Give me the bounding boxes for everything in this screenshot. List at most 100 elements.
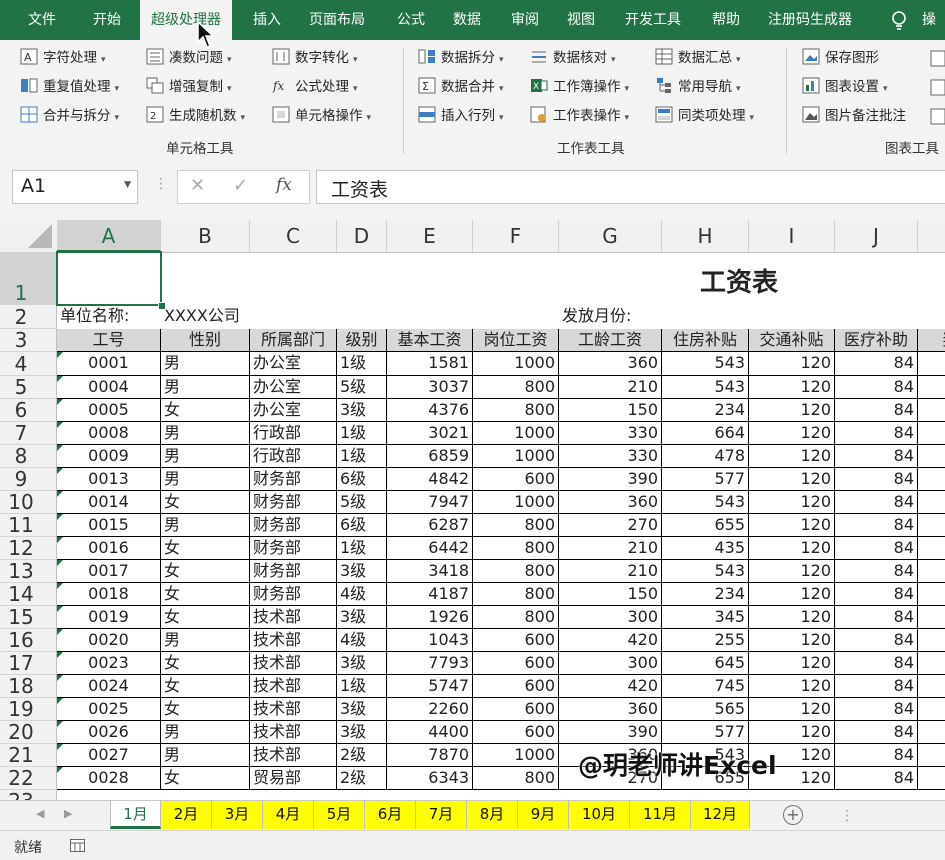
char-process-button[interactable]: A 字符处理 ▾ bbox=[20, 46, 106, 70]
column-header-c[interactable]: C bbox=[250, 220, 337, 252]
add-sheet-icon[interactable]: + bbox=[783, 805, 803, 825]
table-cell[interactable]: 120 bbox=[749, 514, 835, 537]
table-cell[interactable]: 财务部 bbox=[250, 514, 337, 537]
table-cell[interactable]: 办公室 bbox=[250, 376, 337, 399]
table-cell[interactable]: 4级 bbox=[337, 629, 387, 652]
tab-formulas[interactable]: 公式 bbox=[397, 0, 425, 40]
table-cell[interactable]: 男 bbox=[161, 514, 250, 537]
table-cell[interactable]: 0027 bbox=[57, 744, 161, 767]
row-header[interactable]: 20 bbox=[0, 721, 56, 744]
sheet-tab-4[interactable]: 4月 bbox=[263, 801, 314, 829]
table-cell[interactable]: 84 bbox=[835, 491, 918, 514]
table-cell[interactable]: 600 bbox=[473, 629, 559, 652]
table-cell[interactable]: 男 bbox=[161, 445, 250, 468]
row-header[interactable]: 5 bbox=[0, 376, 56, 399]
table-cell[interactable]: 5级 bbox=[337, 491, 387, 514]
sheet-tab-3[interactable]: 3月 bbox=[212, 801, 263, 829]
sheet-tab-12[interactable]: 12月 bbox=[691, 801, 750, 829]
number-convert-button[interactable]: 数字转化 ▾ bbox=[272, 46, 358, 70]
table-cell[interactable]: 10 bbox=[918, 629, 945, 652]
table-cell[interactable]: 1926 bbox=[387, 606, 473, 629]
row-header[interactable]: 9 bbox=[0, 468, 56, 491]
insert-rowcol-button[interactable]: 插入行列 ▾ bbox=[418, 104, 504, 128]
random-number-button[interactable]: 2 生成随机数 ▾ bbox=[146, 104, 245, 128]
table-cell[interactable]: 300 bbox=[559, 606, 662, 629]
table-cell[interactable]: 600 bbox=[473, 698, 559, 721]
table-cell[interactable]: 0008 bbox=[57, 422, 161, 445]
table-cell[interactable]: 1级 bbox=[337, 675, 387, 698]
table-cell[interactable]: 办公室 bbox=[250, 352, 337, 376]
table-cell[interactable]: 女 bbox=[161, 606, 250, 629]
image-note-button[interactable]: 图片备注批注 bbox=[802, 104, 906, 128]
table-cell[interactable]: 390 bbox=[559, 721, 662, 744]
table-cell[interactable]: 6343 bbox=[387, 767, 473, 790]
save-graphic-button[interactable]: 保存图形 bbox=[802, 46, 879, 70]
table-cell[interactable]: 120 bbox=[749, 491, 835, 514]
table-cell[interactable]: 7793 bbox=[387, 652, 473, 675]
table-cell[interactable]: 技术部 bbox=[250, 652, 337, 675]
table-cell[interactable]: 330 bbox=[559, 445, 662, 468]
table-cell[interactable]: 150 bbox=[559, 583, 662, 606]
row-header[interactable]: 22 bbox=[0, 767, 56, 790]
table-cell[interactable]: 0018 bbox=[57, 583, 161, 606]
column-header-k[interactable]: K bbox=[918, 220, 945, 252]
row-header[interactable]: 7 bbox=[0, 422, 56, 445]
table-cell[interactable]: 0005 bbox=[57, 399, 161, 422]
table-cell[interactable]: 4842 bbox=[387, 468, 473, 491]
name-box[interactable]: A1 ▼ bbox=[12, 170, 138, 204]
table-cell[interactable]: 84 bbox=[835, 583, 918, 606]
table-cell[interactable]: 234 bbox=[662, 399, 749, 422]
data-summary-button[interactable]: 数据汇总 ▾ bbox=[655, 46, 741, 70]
table-cell[interactable]: 男 bbox=[161, 468, 250, 491]
sheet-tab-11[interactable]: 11月 bbox=[630, 801, 691, 829]
table-cell[interactable]: 女 bbox=[161, 698, 250, 721]
lightbulb-icon[interactable] bbox=[888, 10, 910, 32]
table-cell[interactable]: 14 bbox=[918, 721, 945, 744]
table-cell[interactable]: 84 bbox=[835, 606, 918, 629]
chart-settings-button[interactable]: 图表设置 ▾ bbox=[802, 75, 888, 99]
table-cell[interactable]: 男 bbox=[161, 352, 250, 376]
table-cell[interactable]: 0013 bbox=[57, 468, 161, 491]
table-cell[interactable]: 技术部 bbox=[250, 675, 337, 698]
table-cell[interactable]: 2级 bbox=[337, 767, 387, 790]
table-cell[interactable]: 财务部 bbox=[250, 537, 337, 560]
prev-sheet-icon[interactable]: ◀ bbox=[36, 807, 44, 820]
table-cell[interactable]: 9 bbox=[918, 376, 945, 399]
table-cell[interactable]: 84 bbox=[835, 352, 918, 376]
table-cell[interactable]: 543 bbox=[662, 491, 749, 514]
table-cell[interactable]: 技术部 bbox=[250, 606, 337, 629]
table-cell[interactable]: 120 bbox=[749, 352, 835, 376]
common-nav-button[interactable]: 常用导航 ▾ bbox=[655, 75, 741, 99]
column-header-e[interactable]: E bbox=[387, 220, 473, 252]
sheet-tab-2[interactable]: 2月 bbox=[161, 801, 212, 829]
table-cell[interactable]: 14 bbox=[918, 675, 945, 698]
row-header[interactable]: 12 bbox=[0, 537, 56, 560]
table-cell[interactable]: 0016 bbox=[57, 537, 161, 560]
tab-home[interactable]: 开始 bbox=[93, 0, 121, 40]
tab-data[interactable]: 数据 bbox=[453, 0, 481, 40]
table-cell[interactable]: 84 bbox=[835, 376, 918, 399]
table-cell[interactable]: 120 bbox=[749, 583, 835, 606]
table-cell[interactable]: 0020 bbox=[57, 629, 161, 652]
row-header[interactable]: 23 bbox=[0, 790, 56, 800]
table-cell[interactable]: 0009 bbox=[57, 445, 161, 468]
table-cell[interactable]: 84 bbox=[835, 698, 918, 721]
column-header-j[interactable]: J bbox=[835, 220, 918, 252]
enhanced-copy-button[interactable]: 增强复制 ▾ bbox=[146, 75, 232, 99]
table-cell[interactable]: 行政部 bbox=[250, 445, 337, 468]
table-cell[interactable]: 5747 bbox=[387, 675, 473, 698]
table-cell[interactable]: 技术部 bbox=[250, 629, 337, 652]
cell-operation-button[interactable]: 单元格操作 ▾ bbox=[272, 104, 371, 128]
table-cell[interactable]: 0025 bbox=[57, 698, 161, 721]
table-cell[interactable]: 9 bbox=[918, 560, 945, 583]
table-cell[interactable]: 0001 bbox=[57, 352, 161, 376]
table-cell[interactable]: 女 bbox=[161, 583, 250, 606]
row-header[interactable]: 13 bbox=[0, 560, 56, 583]
sum-problem-button[interactable]: 凑数问题 ▾ bbox=[146, 46, 232, 70]
table-cell[interactable]: 255 bbox=[662, 629, 749, 652]
table-cell[interactable]: 1000 bbox=[473, 422, 559, 445]
table-cell[interactable]: 600 bbox=[473, 652, 559, 675]
table-cell[interactable]: 300 bbox=[559, 652, 662, 675]
table-cell[interactable]: 84 bbox=[835, 629, 918, 652]
sheet-tab-6[interactable]: 6月 bbox=[365, 801, 416, 829]
